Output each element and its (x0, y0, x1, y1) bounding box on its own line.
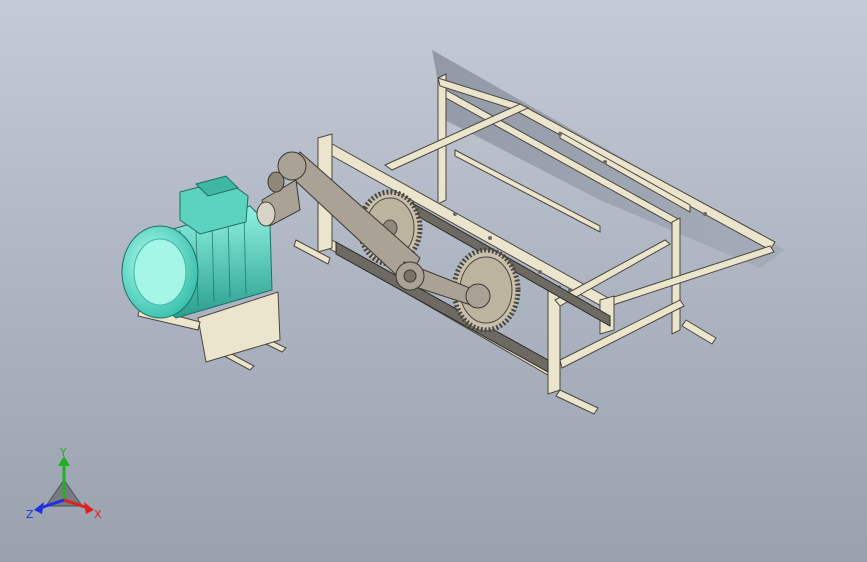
triad-z-arrow-icon (34, 502, 44, 514)
electric-motor[interactable] (121, 175, 281, 363)
triad-x-label: X (94, 508, 102, 521)
triad-x-arrow-icon (84, 502, 94, 514)
motor-shaft (256, 201, 276, 227)
3d-graphics-viewport[interactable]: Y X Z (0, 0, 867, 562)
crank-rack-mechanism-model[interactable] (0, 0, 867, 562)
view-orientation-triad[interactable]: Y X Z (22, 446, 106, 526)
triad-z-label: Z (26, 508, 34, 521)
triad-y-label: Y (59, 446, 67, 459)
